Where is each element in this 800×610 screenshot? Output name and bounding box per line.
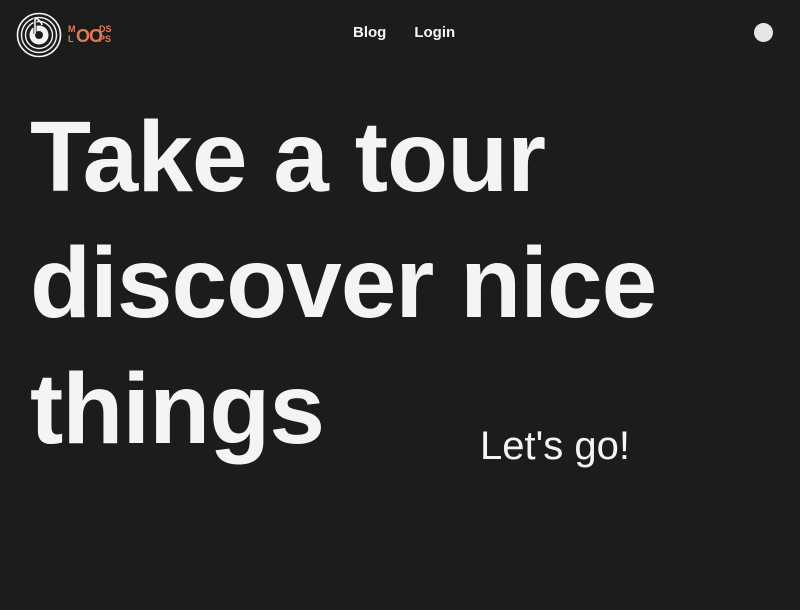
theme-toggle-button[interactable] xyxy=(754,23,773,42)
hero-title-line-3: things xyxy=(30,353,325,465)
lets-go-link[interactable]: Let's go! xyxy=(480,422,630,470)
nav-link-login[interactable]: Login xyxy=(414,24,455,42)
logo-link[interactable]: M L OO DS PS xyxy=(16,12,126,58)
hero-title-line-1: Take a tour xyxy=(30,101,546,213)
nav-link-blog[interactable]: Blog xyxy=(353,24,386,42)
logo-letter-l: L xyxy=(68,34,74,44)
site-header: M L OO DS PS Blog Login xyxy=(0,0,800,70)
logo-letters-ds: DS xyxy=(99,24,112,34)
logo-wordmark: M L OO DS PS xyxy=(66,20,126,50)
main-nav: Blog Login xyxy=(353,24,455,42)
logo-letters-ps: PS xyxy=(99,34,112,44)
vinyl-record-icon xyxy=(16,12,62,58)
hero-title-line-2: discover nice xyxy=(30,227,657,339)
hero-title: Take a tour discover nice things xyxy=(30,94,770,472)
page: M L OO DS PS Blog Login Take a tour disc… xyxy=(0,0,800,610)
logo-letter-m: M xyxy=(68,24,76,34)
